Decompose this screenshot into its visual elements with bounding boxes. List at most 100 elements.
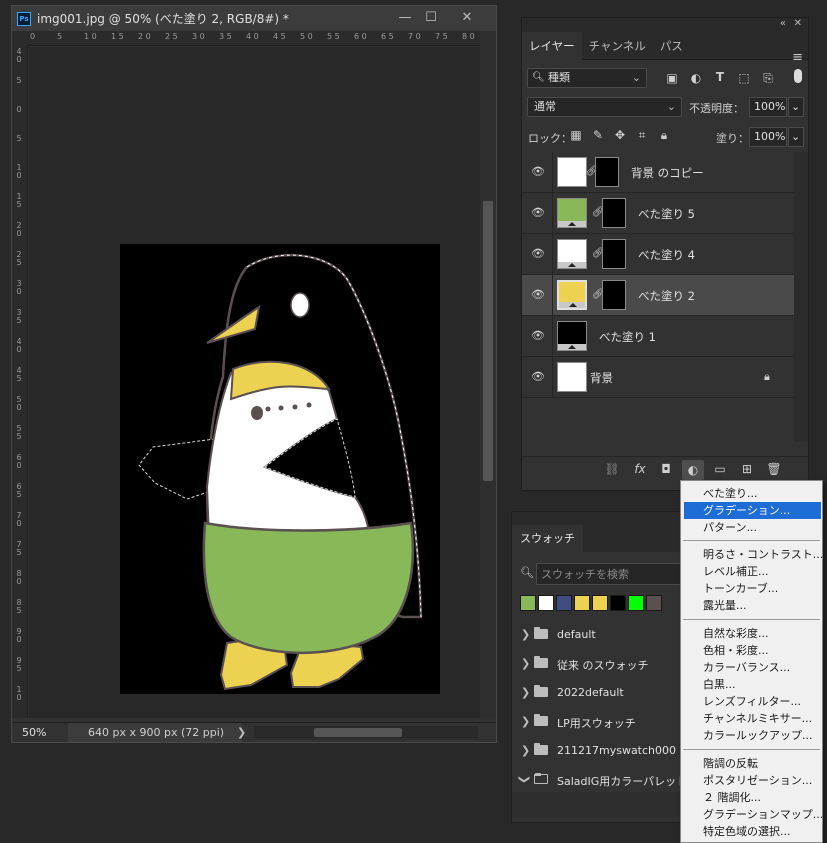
shape-filter-icon[interactable]: ⬚ (736, 71, 752, 85)
swatch-folder-open[interactable]: ❯ SaladIG用カラーパレット (512, 766, 700, 795)
menu-item-color-lookup[interactable]: カラールックアップ... (681, 727, 822, 744)
tab-channels[interactable]: チャンネル (582, 32, 653, 60)
swatch-yellow[interactable] (574, 595, 590, 611)
lock-transparency-icon[interactable]: ▦ (568, 128, 584, 142)
layer-name[interactable]: 背景 のコピー (631, 165, 704, 181)
visibility-eye-icon[interactable]: 👁︎ (530, 288, 546, 302)
zoom-field[interactable]: 50% (22, 726, 46, 739)
layer-row[interactable]: 👁︎ 🔗︎ べた塗り 4 (522, 234, 794, 275)
close-icon[interactable]: ✕ (794, 18, 802, 29)
layer-row-selected[interactable]: 👁︎ 🔗︎ べた塗り 2 (522, 275, 794, 316)
chevron-right-icon[interactable]: ❯ (521, 628, 530, 641)
chevron-right-icon[interactable]: ❯ (521, 744, 530, 757)
menu-item-black-white[interactable]: 白黒... (681, 676, 822, 693)
layer-name[interactable]: べた塗り 5 (638, 206, 695, 222)
menu-item-posterize[interactable]: ポスタリゼーション... (681, 772, 822, 789)
swatch-folder[interactable]: ❯ default (512, 621, 700, 650)
swatch-white[interactable] (538, 595, 554, 611)
filter-kind-dropdown[interactable]: 🔍︎ 種類 ⌄ (527, 68, 647, 88)
status-menu-arrow[interactable]: ❯ (237, 726, 246, 739)
layer-name[interactable]: 背景 (590, 370, 613, 386)
ruler-corner[interactable] (12, 31, 28, 46)
visibility-eye-icon[interactable]: 👁︎ (530, 329, 546, 343)
chevron-down-icon[interactable]: ❯ (518, 775, 531, 784)
lock-brush-icon[interactable]: ✎ (590, 128, 606, 142)
layer-row[interactable]: 👁︎ べた塗り 1 (522, 316, 794, 357)
mask-thumbnail[interactable] (602, 198, 626, 228)
menu-item-gradient[interactable]: グラデーション... (684, 502, 821, 519)
opacity-slider-toggle[interactable]: ⌄ (788, 97, 804, 117)
horizontal-scroll-thumb[interactable] (314, 728, 402, 737)
horizontal-scrollbar[interactable] (254, 726, 478, 739)
type-filter-icon[interactable]: T (712, 70, 728, 84)
tab-swatches[interactable]: スウォッチ (512, 525, 583, 552)
menu-item-threshold[interactable]: ２ 階調化... (681, 789, 822, 806)
menu-item-brightness-contrast[interactable]: 明るさ・コントラスト... (681, 546, 823, 563)
swatch-brown-gray[interactable] (646, 595, 662, 611)
blend-mode-dropdown[interactable]: 通常 ⌄ (527, 97, 682, 117)
menu-item-levels[interactable]: レベル補正... (681, 563, 822, 580)
visibility-eye-icon[interactable]: 👁︎ (530, 370, 546, 384)
adjustment-icon[interactable]: ◐ (682, 460, 704, 480)
opacity-field[interactable]: 100% (749, 97, 787, 117)
swatch-bright-green[interactable] (628, 595, 644, 611)
document-titlebar[interactable]: Ps img001.jpg @ 50% (べた塗り 2, RGB/8#) * —… (12, 6, 496, 31)
vertical-scrollbar[interactable] (480, 31, 496, 718)
mask-icon[interactable]: ◘ (657, 462, 675, 476)
visibility-eye-icon[interactable]: 👁︎ (530, 165, 546, 179)
visibility-eye-icon[interactable]: 👁︎ (530, 206, 546, 220)
layer-name[interactable]: べた塗り 4 (638, 247, 695, 263)
swatch-folder[interactable]: ❯ 従来 のスウォッチ (512, 650, 700, 679)
swatch-yellow[interactable] (592, 595, 608, 611)
layer-row[interactable]: 👁︎ 🔗︎ べた塗り 5 (522, 193, 794, 234)
swatch-green[interactable] (520, 595, 536, 611)
menu-item-gradient-map[interactable]: グラデーションマップ... (681, 806, 823, 823)
ruler-vertical[interactable]: 4 0 5 0 5 1 0 1 5 2 0 2 5 3 0 3 5 4 0 4 5 5 0 5 5 6 0 6… (12, 46, 28, 718)
swatch-navy[interactable] (556, 595, 572, 611)
link-icon[interactable]: ⛓ (603, 462, 621, 476)
fill-slider-toggle[interactable]: ⌄ (788, 127, 804, 147)
smart-object-filter-icon[interactable]: ⎘ (760, 71, 776, 86)
folder-icon[interactable]: ▭ (711, 462, 729, 476)
visibility-eye-icon[interactable]: 👁︎ (530, 247, 546, 261)
new-layer-icon[interactable]: ⊞ (738, 462, 756, 476)
vertical-scroll-thumb[interactable] (483, 201, 493, 481)
menu-item-pattern[interactable]: パターン... (681, 519, 822, 536)
chevron-right-icon[interactable]: ❯ (521, 686, 530, 699)
menu-item-channel-mixer[interactable]: チャンネルミキサー... (681, 710, 822, 727)
chevron-right-icon[interactable]: ❯ (521, 657, 530, 670)
trash-icon[interactable]: 🗑︎ (765, 462, 783, 476)
ruler-horizontal[interactable]: 0 5 1 0 1 5 2 0 2 5 3 0 3 5 4 0 4 5 5 0 5 5 6 0 6 5 7 … (28, 31, 480, 46)
lock-artboard-icon[interactable]: ⌗ (634, 128, 650, 143)
swatch-folder[interactable]: ❯ 211217myswatch000 (512, 737, 700, 766)
fx-icon[interactable]: fx (631, 462, 649, 476)
layer-name[interactable]: べた塗り 1 (599, 329, 656, 345)
lock-position-icon[interactable]: ✥ (612, 128, 628, 142)
image-filter-icon[interactable]: ▣ (664, 71, 680, 85)
fill-field[interactable]: 100% (749, 127, 787, 147)
layer-row[interactable]: 👁︎ 背景 🔒︎ (522, 357, 794, 398)
menu-item-selective-color[interactable]: 特定色域の選択... (681, 823, 822, 840)
swatch-search-input[interactable] (536, 563, 696, 585)
close-button[interactable]: ✕ (458, 10, 476, 26)
filter-toggle-icon[interactable] (794, 69, 802, 83)
swatch-black[interactable] (610, 595, 626, 611)
layer-name[interactable]: べた塗り 2 (638, 288, 695, 304)
swatch-folder[interactable]: ❯ 2022default (512, 679, 700, 708)
canvas-area[interactable] (29, 47, 480, 718)
menu-item-photo-filter[interactable]: レンズフィルター... (681, 693, 822, 710)
menu-item-vibrance[interactable]: 自然な彩度... (681, 625, 822, 642)
menu-item-hue-saturation[interactable]: 色相・彩度... (681, 642, 822, 659)
adjustment-filter-icon[interactable]: ◐ (688, 71, 704, 85)
collapse-icon[interactable]: « (780, 18, 786, 29)
canvas-svg[interactable] (29, 47, 480, 718)
mask-thumbnail[interactable] (602, 239, 626, 269)
layer-row[interactable]: 👁︎ 🔗︎ 背景 のコピー (522, 152, 794, 193)
menu-item-solid-color[interactable]: べた塗り... (681, 485, 822, 502)
tab-layers[interactable]: レイヤー (522, 32, 582, 60)
panel-menu-icon[interactable]: ≡ (792, 50, 803, 65)
maximize-button[interactable]: ☐ (422, 10, 440, 26)
mask-thumbnail[interactable] (602, 280, 626, 310)
layer-list-scrollbar[interactable] (794, 152, 808, 442)
minimize-button[interactable]: — (396, 10, 414, 26)
